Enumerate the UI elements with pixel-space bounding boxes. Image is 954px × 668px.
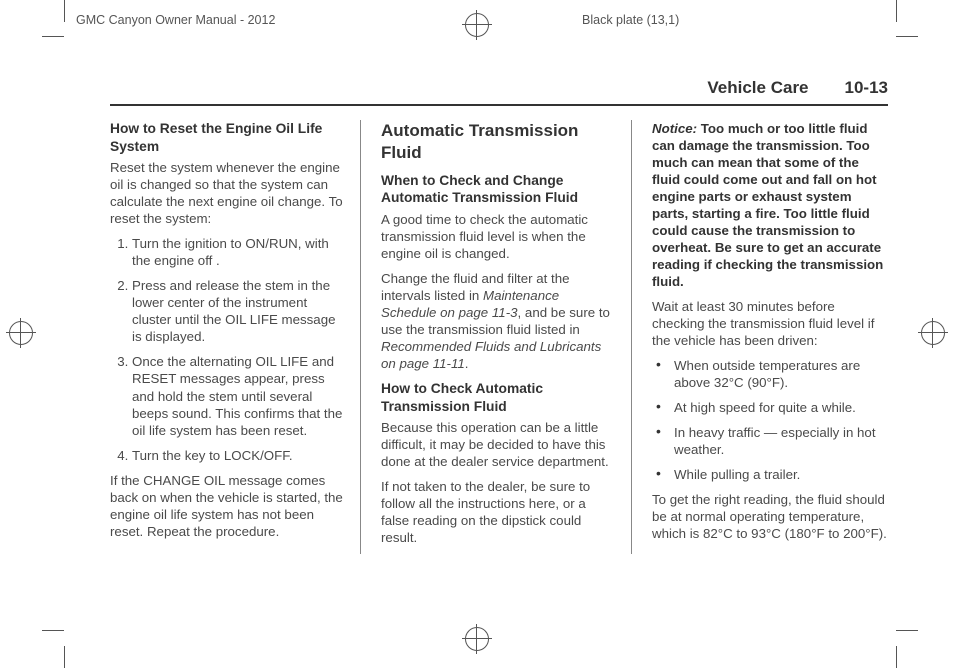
notice-label: Notice: bbox=[652, 121, 697, 136]
notice-body: Too much or too little fluid can damage … bbox=[652, 121, 883, 289]
col2-subheading-2: How to Check Automatic Transmission Flui… bbox=[381, 380, 617, 415]
list-item: Turn the ignition to ON/RUN, with the en… bbox=[132, 235, 346, 269]
crop-mark bbox=[896, 646, 897, 668]
running-header: Vehicle Care 10-13 bbox=[110, 78, 888, 106]
col2-heading: Automatic Transmission Fluid bbox=[381, 120, 617, 164]
column-1: How to Reset the Engine Oil Life System … bbox=[110, 120, 361, 554]
list-item: Once the alternating OIL LIFE and RESET … bbox=[132, 353, 346, 438]
col2-p2: Change the fluid and filter at the inter… bbox=[381, 270, 617, 372]
crop-mark bbox=[64, 646, 65, 668]
col2-p3: Because this operation can be a little d… bbox=[381, 419, 617, 470]
reset-steps-list: Turn the ignition to ON/RUN, with the en… bbox=[110, 235, 346, 463]
list-item: At high speed for quite a while. bbox=[652, 399, 888, 416]
list-item: In heavy traffic — especially in hot wea… bbox=[652, 424, 888, 458]
text-run: . bbox=[465, 356, 469, 371]
col2-p1: A good time to check the automatic trans… bbox=[381, 211, 617, 262]
list-item: Press and release the stem in the lower … bbox=[132, 277, 346, 345]
column-3: Notice: Too much or too little fluid can… bbox=[652, 120, 888, 554]
top-registration-row: GMC Canyon Owner Manual - 2012 Black pla… bbox=[0, 8, 954, 48]
column-2: Automatic Transmission Fluid When to Che… bbox=[381, 120, 632, 554]
page-number: 10-13 bbox=[845, 78, 888, 98]
conditions-list: When outside temperatures are above 32°C… bbox=[652, 357, 888, 483]
list-item: While pulling a trailer. bbox=[652, 466, 888, 483]
content-columns: How to Reset the Engine Oil Life System … bbox=[110, 120, 888, 554]
col3-closing: To get the right reading, the fluid shou… bbox=[652, 491, 888, 542]
col1-intro: Reset the system whenever the engine oil… bbox=[110, 159, 346, 227]
plate-label: Black plate (13,1) bbox=[582, 13, 679, 27]
crop-mark bbox=[896, 36, 918, 37]
col2-subheading-1: When to Check and Change Automatic Trans… bbox=[381, 172, 617, 207]
crop-mark bbox=[896, 0, 897, 22]
notice-block: Notice: Too much or too little fluid can… bbox=[652, 120, 888, 290]
col1-heading: How to Reset the Engine Oil Life System bbox=[110, 120, 346, 155]
registration-target-icon bbox=[6, 318, 36, 348]
crop-mark bbox=[42, 36, 64, 37]
cross-ref: Recommended Fluids and Lubricants on pag… bbox=[381, 339, 601, 371]
registration-target-icon bbox=[918, 318, 948, 348]
list-item: When outside temperatures are above 32°C… bbox=[652, 357, 888, 391]
col1-after: If the CHANGE OIL message comes back on … bbox=[110, 472, 346, 540]
col2-p4: If not taken to the dealer, be sure to f… bbox=[381, 478, 617, 546]
list-item: Turn the key to LOCK/OFF. bbox=[132, 447, 346, 464]
col3-wait: Wait at least 30 minutes before checking… bbox=[652, 298, 888, 349]
section-title: Vehicle Care bbox=[707, 78, 808, 98]
crop-mark bbox=[42, 630, 64, 631]
manual-title: GMC Canyon Owner Manual - 2012 bbox=[76, 13, 275, 27]
bottom-registration-row bbox=[0, 624, 954, 664]
registration-target-icon bbox=[462, 10, 492, 40]
page-body: Vehicle Care 10-13 How to Reset the Engi… bbox=[110, 78, 888, 628]
registration-target-icon bbox=[462, 624, 492, 654]
crop-mark bbox=[64, 0, 65, 22]
crop-mark bbox=[896, 630, 918, 631]
